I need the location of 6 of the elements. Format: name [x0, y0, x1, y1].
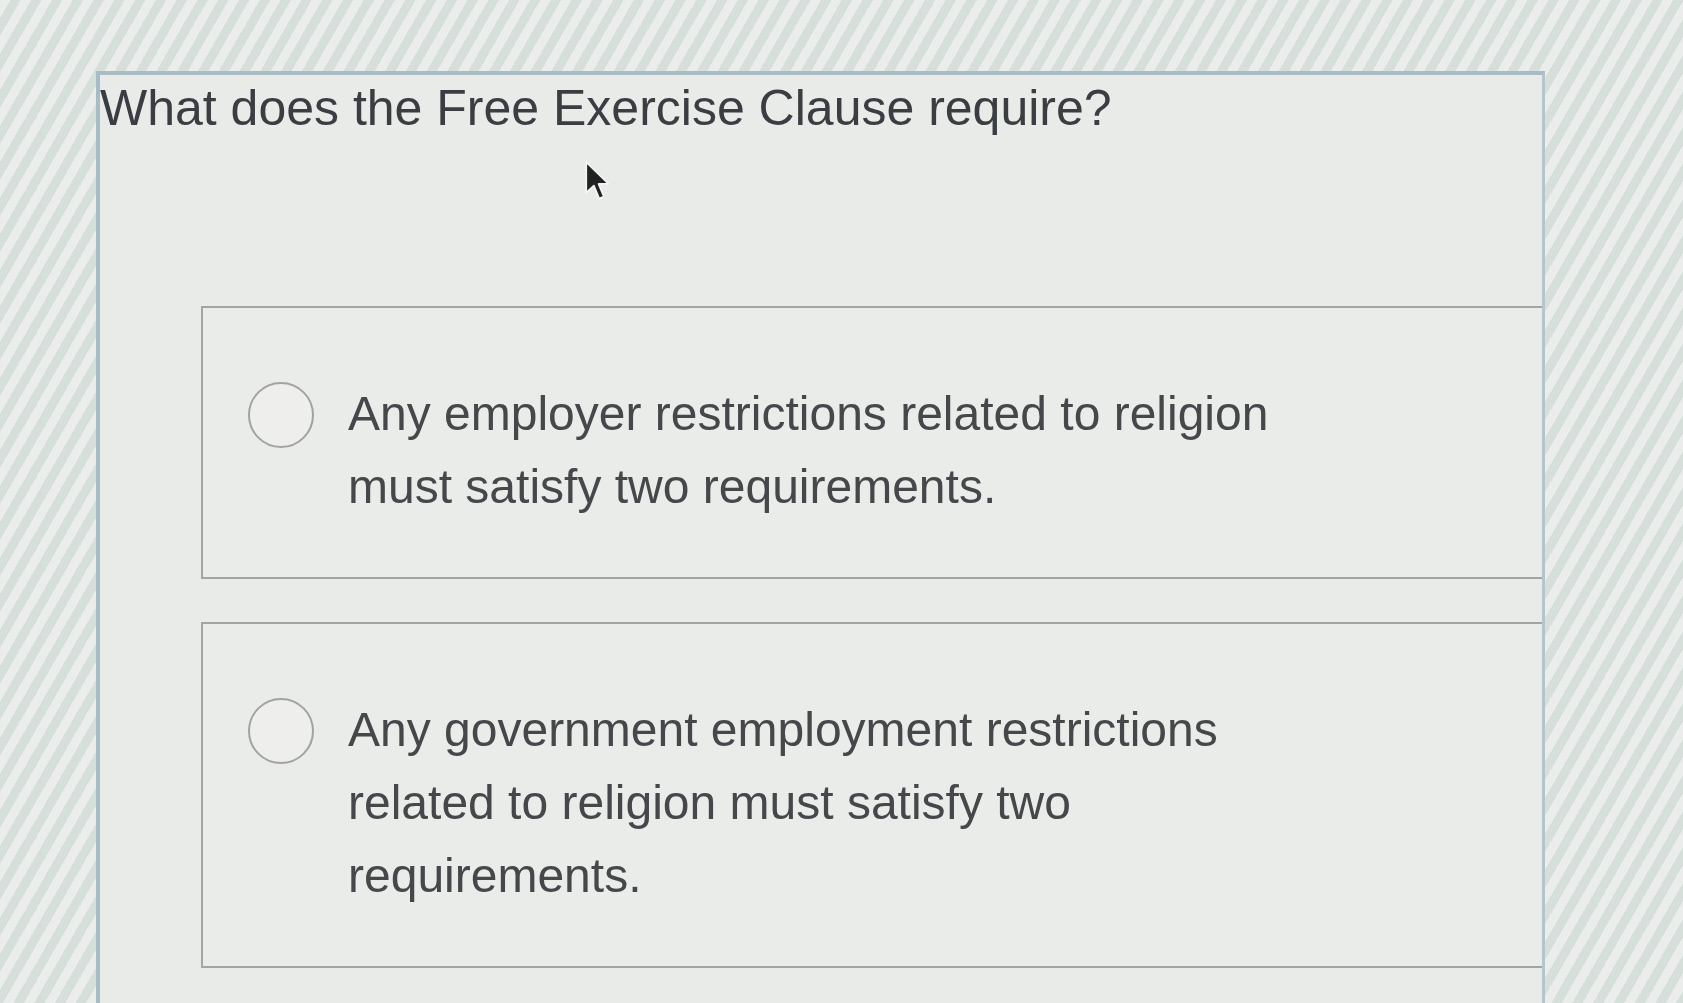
- question-text: What does the Free Exercise Clause require?: [100, 79, 1113, 138]
- answer-option[interactable]: Any government employment restrictions related to religion must satisfy two requirements.: [201, 622, 1542, 968]
- option-text: Any employer restrictions related to religion must satisfy two requirements.: [348, 386, 1270, 515]
- option-text: Any government employment restrictions related to religion must satisfy two requirements.: [348, 702, 1219, 904]
- answer-option[interactable]: Any employer restrictions related to religion must satisfy two requirements.: [201, 306, 1542, 579]
- cursor-icon: [585, 161, 611, 201]
